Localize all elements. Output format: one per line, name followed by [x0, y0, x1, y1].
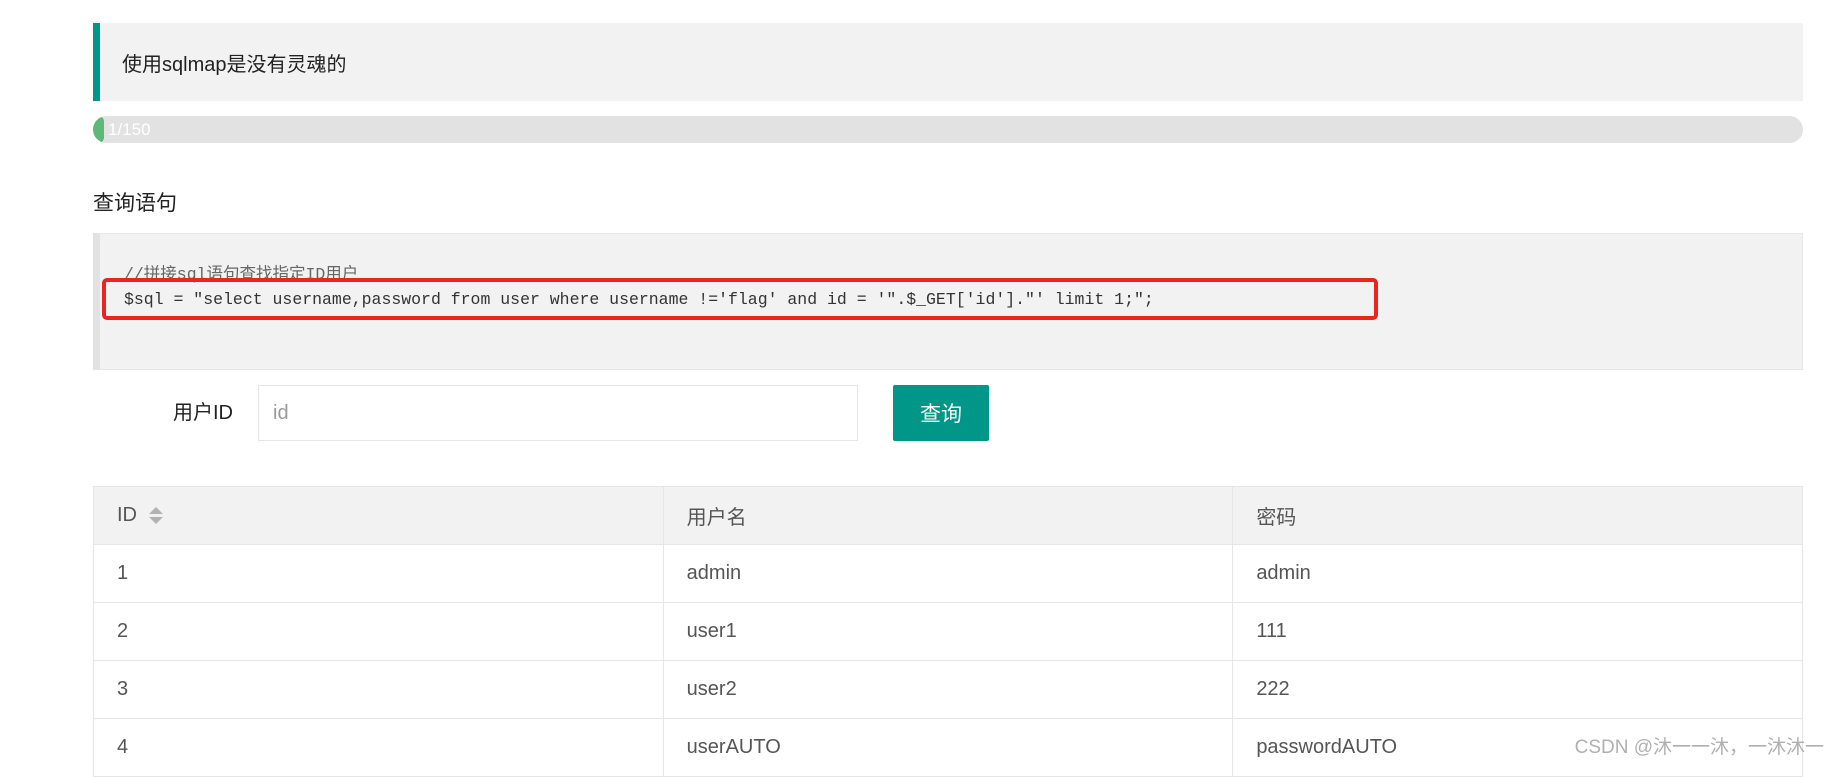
query-button[interactable]: 查询 — [893, 385, 989, 441]
table-row: 3 user2 222 — [93, 660, 1803, 719]
page-container: 使用sqlmap是没有灵魂的 1/150 查询语句 //拼接sql语句查找指定I… — [93, 23, 1803, 777]
column-header-label: ID — [117, 504, 137, 526]
cell-password: admin — [1232, 544, 1803, 603]
cell-password: 222 — [1232, 660, 1803, 719]
user-id-input[interactable] — [258, 385, 858, 441]
sort-arrows-icon[interactable] — [149, 506, 163, 526]
user-id-label: 用户ID — [173, 402, 233, 424]
query-title: 查询语句 — [93, 192, 177, 215]
cell-id: 1 — [93, 544, 664, 603]
notice-text: 使用sqlmap是没有灵魂的 — [122, 53, 347, 76]
progress-label: 1/150 — [108, 120, 151, 139]
table-row: 4 userAUTO passwordAUTO — [93, 718, 1803, 777]
column-header-label: 密码 — [1256, 507, 1297, 529]
cell-username: userAUTO — [662, 718, 1234, 777]
notice-banner: 使用sqlmap是没有灵魂的 — [93, 23, 1803, 101]
progress-fill — [93, 116, 105, 143]
progress-bar: 1/150 — [93, 116, 1803, 143]
code-block: //拼接sql语句查找指定ID用户 $sql = "select usernam… — [93, 233, 1803, 370]
cell-id: 3 — [93, 660, 664, 719]
column-header-label: 用户名 — [686, 507, 747, 529]
cell-username: user2 — [662, 660, 1234, 719]
cell-password: 111 — [1232, 602, 1803, 661]
query-form: 用户ID 查询 — [93, 385, 1803, 441]
table-row: 2 user1 111 — [93, 602, 1803, 661]
table-header-row: ID 用户名 密码 — [93, 486, 1803, 545]
column-header-id[interactable]: ID — [93, 486, 664, 545]
watermark: CSDN @沐一一沐，一沐沐一 — [1574, 737, 1824, 758]
table-row: 1 admin admin — [93, 544, 1803, 603]
cell-username: user1 — [662, 602, 1234, 661]
column-header-password: 密码 — [1232, 486, 1803, 545]
column-header-username: 用户名 — [662, 486, 1234, 545]
cell-id: 2 — [93, 602, 664, 661]
cell-username: admin — [662, 544, 1234, 603]
highlight-box — [102, 278, 1378, 320]
cell-id: 4 — [93, 718, 664, 777]
user-table: ID 用户名 密码 1 admin admin 2 user1 111 3 us… — [93, 486, 1803, 777]
